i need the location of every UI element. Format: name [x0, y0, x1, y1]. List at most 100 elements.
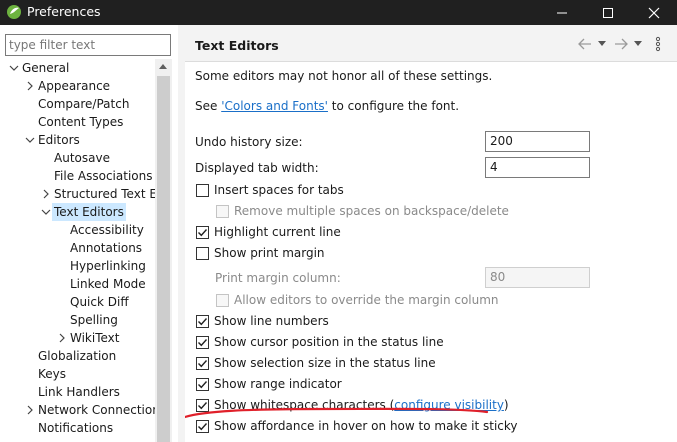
print-margin-label: Print margin column: [215, 271, 341, 285]
option-label: Show range indicator [214, 377, 342, 391]
option-label: Allow editors to override the margin col… [234, 293, 499, 307]
option-show-line-numbers[interactable]: Show line numbers [196, 313, 656, 331]
undo-history-input[interactable]: 200 [485, 131, 590, 152]
tree-item-quick-diff[interactable]: Quick Diff [0, 293, 155, 311]
tree-item-label: Hyperlinking [70, 259, 146, 273]
chevron-down-icon[interactable] [40, 203, 52, 221]
page-title: Text Editors [195, 38, 279, 53]
option-label: Show line numbers [214, 314, 329, 328]
tree-item-annotations[interactable]: Annotations [0, 239, 155, 257]
scrollbar-thumb[interactable] [157, 76, 170, 442]
filter-input[interactable] [5, 34, 171, 56]
option-insert-spaces-for-tabs[interactable]: Insert spaces for tabs [196, 182, 656, 200]
forward-arrow-icon[interactable] [613, 37, 629, 51]
option-remove-multiple-spaces-on-backspace-delete: Remove multiple spaces on backspace/dele… [216, 203, 676, 221]
tree-item-keys[interactable]: Keys [0, 365, 155, 383]
tab-width-input[interactable]: 4 [485, 157, 590, 178]
see-prefix: See [195, 99, 222, 113]
minimize-icon [557, 12, 567, 13]
tree-item-label: Structured Text Ec [54, 187, 155, 201]
tree-item-accessibility[interactable]: Accessibility [0, 221, 155, 239]
option-show-selection-size-in-the-status-line[interactable]: Show selection size in the status line [196, 355, 656, 373]
tree-item-autosave[interactable]: Autosave [0, 149, 155, 167]
tree-item-spelling[interactable]: Spelling [0, 311, 155, 329]
tree-item-link-handlers[interactable]: Link Handlers [0, 383, 155, 401]
tree-item-structured-text-ec[interactable]: Structured Text Ec [0, 185, 155, 203]
chevron-right-icon[interactable] [56, 329, 68, 347]
preference-page: Text Editors Some editors may not honor … [185, 25, 677, 442]
tree-item-label: Editors [38, 133, 80, 147]
option-text: Insert spaces for tabs [214, 183, 344, 197]
chevron-down-icon[interactable] [24, 131, 36, 149]
tree-item-label: General [22, 61, 70, 75]
chevron-down-icon[interactable] [8, 59, 20, 77]
tree-item-text-editors[interactable]: Text Editors [0, 203, 155, 221]
tree-item-label: Compare/Patch [38, 97, 130, 111]
checkmark-icon [198, 318, 208, 326]
tree-item-label: WikiText [70, 331, 120, 345]
tree-item-label: Spelling [70, 313, 118, 327]
tree-item-notifications[interactable]: Notifications [0, 419, 155, 437]
tree-item-content-types[interactable]: Content Types [0, 113, 155, 131]
tree-item-general[interactable]: General [0, 59, 155, 77]
scroll-up-icon[interactable] [159, 64, 167, 69]
tree-item-file-associations[interactable]: File Associations [0, 167, 155, 185]
checkmark-icon [198, 229, 208, 237]
chevron-right-icon[interactable] [24, 77, 36, 95]
tree-item-compare-patch[interactable]: Compare/Patch [0, 95, 155, 113]
maximize-button[interactable] [585, 0, 631, 25]
colors-and-fonts-link[interactable]: 'Colors and Fonts' [221, 99, 328, 113]
option-text: Show cursor position in the status line [214, 335, 444, 349]
checkbox-checked[interactable] [196, 336, 209, 349]
chevron-right-icon[interactable] [24, 401, 36, 419]
option-label: Show cursor position in the status line [214, 335, 444, 349]
checkbox-checked[interactable] [196, 226, 209, 239]
checkbox-unchecked[interactable] [196, 247, 209, 260]
pane-divider[interactable] [178, 25, 185, 442]
tree-item-label: Linked Mode [70, 277, 146, 291]
option-show-range-indicator[interactable]: Show range indicator [196, 376, 656, 394]
tree-item-globalization[interactable]: Globalization [0, 347, 155, 365]
tree-item-network-connection[interactable]: Network Connection [0, 401, 155, 419]
option-text: Highlight current line [214, 225, 341, 239]
tree-item-label: Text Editors [52, 203, 126, 221]
checkbox-unchecked[interactable] [196, 184, 209, 197]
option-text: Allow editors to override the margin col… [234, 293, 499, 307]
preferences-tree: General Appearance Compare/Patch Content Ty… [0, 59, 155, 442]
tree-item-label: Autosave [54, 151, 110, 165]
option-label: Show selection size in the status line [214, 356, 436, 370]
back-dropdown-icon[interactable] [598, 41, 606, 47]
checkbox-unchecked [216, 205, 229, 218]
option-text: Show range indicator [214, 377, 342, 391]
checkmark-icon [198, 339, 208, 347]
option-allow-editors-to-override-the-margin-column: Allow editors to override the margin col… [216, 292, 676, 310]
tree-item-label: Network Connection [38, 403, 155, 417]
title-bar: Preferences [0, 0, 677, 25]
checkmark-icon [198, 381, 208, 389]
intro-text: Some editors may not honor all of these … [195, 69, 493, 83]
option-show-cursor-position-in-the-status-line[interactable]: Show cursor position in the status line [196, 334, 656, 352]
tree-item-hyperlinking[interactable]: Hyperlinking [0, 257, 155, 275]
chevron-right-icon[interactable] [40, 185, 52, 203]
tree-item-appearance[interactable]: Appearance [0, 77, 155, 95]
view-menu-icon[interactable] [655, 36, 661, 52]
close-button[interactable] [631, 0, 677, 25]
checkbox-checked[interactable] [196, 357, 209, 370]
tree-item-label: Notifications [38, 421, 114, 435]
tree-item-label: Globalization [38, 349, 117, 363]
tree-item-label: Appearance [38, 79, 111, 93]
tree-scrollbar[interactable] [155, 59, 172, 442]
tree-item-linked-mode[interactable]: Linked Mode [0, 275, 155, 293]
forward-dropdown-icon[interactable] [634, 41, 642, 47]
tree-item-wikitext[interactable]: WikiText [0, 329, 155, 347]
tree-item-label: Link Handlers [38, 385, 120, 399]
option-highlight-current-line[interactable]: Highlight current line [196, 224, 656, 242]
tree-item-label: Content Types [38, 115, 124, 129]
option-show-print-margin[interactable]: Show print margin [196, 245, 656, 263]
minimize-button[interactable] [539, 0, 585, 25]
preferences-sidebar: General Appearance Compare/Patch Content Ty… [0, 25, 178, 442]
checkbox-checked[interactable] [196, 315, 209, 328]
tree-item-editors[interactable]: Editors [0, 131, 155, 149]
back-arrow-icon[interactable] [577, 37, 593, 51]
checkbox-checked[interactable] [196, 378, 209, 391]
